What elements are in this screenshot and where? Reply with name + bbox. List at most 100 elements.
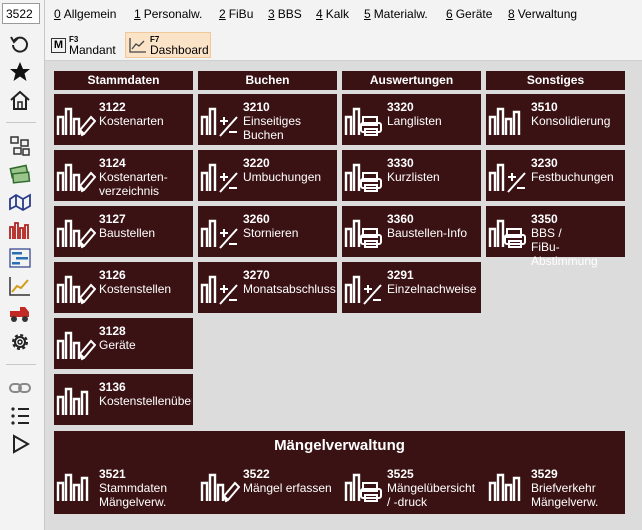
chart-pencil-icon xyxy=(56,103,96,137)
tile-3360-baustellen-info[interactable]: 3360 Baustellen-Info xyxy=(342,206,481,257)
dashboard-chart-icon xyxy=(129,38,146,53)
tile-3522-maengel-erfassen[interactable]: 3522 Mängel erfassen xyxy=(198,461,338,511)
chart-plusminus-icon xyxy=(488,159,528,193)
tile-label: Stornieren xyxy=(243,226,299,240)
tile-code: 3522 xyxy=(243,467,270,481)
menu-item-verwaltung[interactable]: 8 Verwaltung xyxy=(508,7,577,21)
tile-3320-langlisten[interactable]: 3320 Langlisten xyxy=(342,94,481,145)
star-icon[interactable] xyxy=(7,60,33,84)
tile-code: 3127 xyxy=(99,212,126,226)
tile-label: BBS / FiBu-Abstimmung xyxy=(531,226,598,268)
dashboard-label: Dashboard xyxy=(150,42,209,57)
tile-code: 3210 xyxy=(243,100,270,114)
tile-3210-einseitiges-buchen[interactable]: 3210 Einseitiges Buchen xyxy=(198,94,337,145)
chart-plusminus-icon xyxy=(200,271,240,305)
tile-code: 3136 xyxy=(99,380,126,394)
list-icon[interactable] xyxy=(7,404,33,428)
dashboard-button[interactable]: F7 Dashboard xyxy=(125,32,211,58)
chart-printer-icon xyxy=(488,215,528,249)
menu-item-personalw[interactable]: 1 Personalw. xyxy=(134,7,202,21)
bar-chart-icon xyxy=(56,383,96,417)
chart-pencil-icon xyxy=(56,159,96,193)
chart-pencil-icon xyxy=(56,215,96,249)
tile-code: 3122 xyxy=(99,100,126,114)
menu-item-geraete[interactable]: 6 Geräte xyxy=(446,7,492,21)
toolbar: M F3 Mandant F7 Dashboard xyxy=(45,30,642,61)
tile-code: 3525 xyxy=(387,467,414,481)
column-header-buchen: Buchen xyxy=(198,71,337,90)
tile-label: Mängelübersicht / -druck xyxy=(387,481,476,509)
menu-item-fibu[interactable]: 2 FiBu xyxy=(219,7,253,21)
tile-code: 3270 xyxy=(243,268,270,282)
tile-3525-maengeluebersicht[interactable]: 3525 Mängelübersicht / -druck xyxy=(342,461,482,511)
chart-pencil-icon xyxy=(200,469,240,503)
sidebar-separator xyxy=(6,364,36,365)
refresh-icon[interactable] xyxy=(7,32,33,56)
tile-3529-briefverkehr[interactable]: 3529 Briefverkehr Mängelverw. xyxy=(486,461,626,511)
bar-chart-icon[interactable] xyxy=(7,218,33,242)
tile-code: 3260 xyxy=(243,212,270,226)
vehicle-icon[interactable] xyxy=(7,302,33,326)
mandant-button[interactable]: M F3 Mandant xyxy=(51,32,125,58)
tile-label: Langlisten xyxy=(387,114,442,128)
map-icon[interactable] xyxy=(7,190,33,214)
menu-item-materialw[interactable]: 5 Materialw. xyxy=(364,7,428,21)
home-icon[interactable] xyxy=(7,88,33,112)
chart-printer-icon xyxy=(344,159,384,193)
tile-code: 3124 xyxy=(99,156,126,170)
tile-3136-kostenstellenuebersicht[interactable]: 3136 Kostenstellenübersicht xyxy=(54,374,193,425)
money-icon[interactable] xyxy=(7,162,33,186)
gantt-icon[interactable] xyxy=(7,246,33,270)
tile-3220-umbuchungen[interactable]: 3220 Umbuchungen xyxy=(198,150,337,201)
maengelverwaltung-title: Mängelverwaltung xyxy=(274,437,405,454)
play-icon[interactable] xyxy=(7,432,33,456)
tile-3122-kostenarten[interactable]: 3122 Kostenarten xyxy=(54,94,193,145)
tile-3330-kurzlisten[interactable]: 3330 Kurzlisten xyxy=(342,150,481,201)
tile-label: Stammdaten Mängelverw. xyxy=(99,481,168,509)
bar-chart-icon xyxy=(488,103,528,137)
tile-label: Baustellen-Info xyxy=(387,226,468,240)
bar-chart-icon xyxy=(56,469,96,503)
tile-code: 3350 xyxy=(531,212,558,226)
network-icon[interactable] xyxy=(7,134,33,158)
tile-3291-einzelnachweise[interactable]: 3291 Einzelnachweise xyxy=(342,262,481,313)
tile-code: 3220 xyxy=(243,156,270,170)
tile-label: Kurzlisten xyxy=(387,170,440,184)
tile-3510-konsolidierung[interactable]: 3510 Konsolidierung xyxy=(486,94,625,145)
tile-code: 3360 xyxy=(387,212,414,226)
chart-printer-icon xyxy=(344,215,384,249)
tile-3521-stammdaten-maengelverw[interactable]: 3521 Stammdaten Mängelverw. xyxy=(54,461,194,511)
link-icon[interactable] xyxy=(7,376,33,400)
sidebar: 3522 xyxy=(0,0,45,530)
tile-label: Festbuchungen xyxy=(531,170,614,184)
tile-3230-festbuchungen[interactable]: 3230 Festbuchungen xyxy=(486,150,625,201)
tile-label: Kostenstellenübersicht xyxy=(99,394,192,408)
column-header-stammdaten: Stammdaten xyxy=(54,71,193,90)
menu-item-kalk[interactable]: 4 Kalk xyxy=(316,7,349,21)
tile-3127-baustellen[interactable]: 3127 Baustellen xyxy=(54,206,193,257)
tile-3128-geraete[interactable]: 3128 Geräte xyxy=(54,318,193,369)
line-chart-icon[interactable] xyxy=(7,274,33,298)
column-header-sonstiges: Sonstiges xyxy=(486,71,625,90)
code-input[interactable]: 3522 xyxy=(2,3,40,24)
chart-pencil-icon xyxy=(56,327,96,361)
tile-code: 3230 xyxy=(531,156,558,170)
menu-item-allgemein[interactable]: 0 Allgemein xyxy=(54,7,116,21)
tile-code: 3521 xyxy=(99,467,126,481)
maengelverwaltung-panel: Mängelverwaltung 3521 Stammdaten Mängelv… xyxy=(54,431,625,514)
tile-3270-monatsabschluss[interactable]: 3270 Monatsabschluss xyxy=(198,262,337,313)
tile-code: 3128 xyxy=(99,324,126,338)
top-menu: 0 Allgemein 1 Personalw. 2 FiBu 3 BBS 4 Kalk … xyxy=(45,0,642,30)
tile-label: Konsolidierung xyxy=(531,114,611,128)
tile-3124-kostenartenverzeichnis[interactable]: 3124 Kostenarten- verzeichnis xyxy=(54,150,193,201)
tile-3260-stornieren[interactable]: 3260 Stornieren xyxy=(198,206,337,257)
tile-code: 3126 xyxy=(99,268,126,282)
tile-3126-kostenstellen[interactable]: 3126 Kostenstellen xyxy=(54,262,193,313)
tile-3350-bbs-fibu-abstimmung[interactable]: 3350 BBS / FiBu-Abstimmung xyxy=(486,206,625,268)
tile-label: Geräte xyxy=(99,338,136,352)
chart-plusminus-icon xyxy=(200,215,240,249)
menu-item-bbs[interactable]: 3 BBS xyxy=(268,7,302,21)
tile-label: Baustellen xyxy=(99,226,156,240)
chart-plusminus-icon xyxy=(200,103,240,137)
gear-icon[interactable] xyxy=(7,330,33,354)
